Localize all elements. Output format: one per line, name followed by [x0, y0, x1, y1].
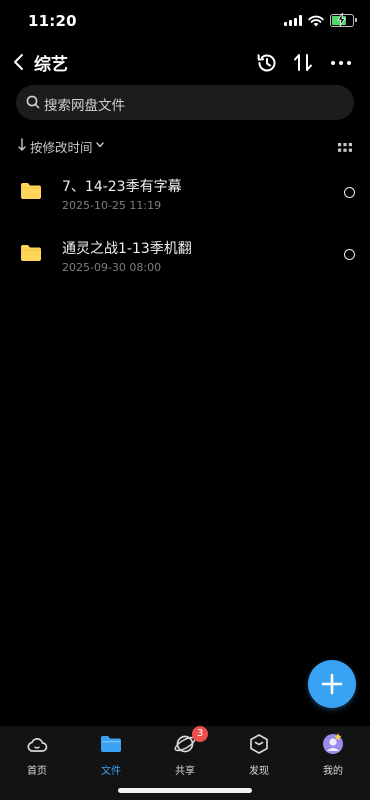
- wifi-icon: [308, 15, 324, 26]
- sort-order-button[interactable]: [290, 50, 316, 76]
- nav-item-files[interactable]: 文件: [74, 732, 148, 778]
- header: 综艺: [0, 44, 370, 80]
- search-placeholder: 搜索网盘文件: [44, 98, 125, 114]
- list-item[interactable]: 通灵之战1-13季机翻 2025-09-30 08:00: [0, 228, 370, 288]
- more-icon: [331, 61, 351, 65]
- nav-label: 发现: [249, 766, 269, 777]
- list-item[interactable]: 7、14-23季有字幕 2025-10-25 11:19: [0, 166, 370, 226]
- search-input[interactable]: 搜索网盘文件: [16, 85, 354, 120]
- history-button[interactable]: [254, 50, 280, 76]
- file-date: 2025-10-25 11:19: [62, 199, 162, 212]
- more-button[interactable]: [328, 50, 354, 76]
- sort-label: 按修改时间: [30, 140, 93, 155]
- chevron-down-icon: [96, 142, 104, 148]
- folder-icon: [21, 183, 41, 199]
- sort-arrows-icon: [294, 54, 312, 71]
- screen: 11:20 综艺 搜索网盘文件 按修改时间 7、14-23季有字幕 2025-1…: [0, 0, 370, 800]
- file-name: 7、14-23季有字幕: [62, 179, 182, 195]
- nav-item-discover[interactable]: 发现: [222, 732, 296, 778]
- sort-row: 按修改时间: [16, 136, 354, 156]
- nav-item-share[interactable]: 3 共享: [148, 726, 222, 778]
- search-icon: [26, 95, 40, 109]
- back-button[interactable]: [10, 50, 30, 74]
- chevron-left-icon: [14, 54, 23, 70]
- arrow-down-icon: [18, 138, 26, 151]
- status-time: 11:20: [28, 12, 77, 30]
- page-title: 综艺: [34, 55, 68, 75]
- grid-view-button[interactable]: [338, 139, 352, 152]
- select-checkbox[interactable]: [344, 249, 355, 260]
- plus-icon: [321, 673, 343, 695]
- signal-icon: [284, 15, 302, 26]
- nav-item-home[interactable]: 首页: [0, 732, 74, 778]
- nav-label: 共享: [175, 766, 195, 777]
- discover-icon: [250, 734, 268, 754]
- avatar-icon: [323, 733, 343, 754]
- battery-icon: [330, 13, 357, 27]
- status-bar: 11:20: [0, 0, 370, 44]
- nav-label: 首页: [27, 766, 47, 777]
- select-checkbox[interactable]: [344, 187, 355, 198]
- add-button[interactable]: [308, 660, 356, 708]
- cloud-icon: [27, 738, 48, 752]
- history-icon: [257, 54, 276, 72]
- folder-icon: [21, 245, 41, 261]
- nav-label: 文件: [101, 766, 121, 777]
- notification-badge: 3: [192, 726, 208, 742]
- file-date: 2025-09-30 08:00: [62, 261, 162, 274]
- nav-item-profile[interactable]: 我的: [296, 732, 370, 778]
- nav-label: 我的: [323, 766, 343, 777]
- status-icons: [284, 13, 357, 27]
- folder-icon: [101, 736, 121, 752]
- grid-icon: [338, 143, 352, 152]
- file-name: 通灵之战1-13季机翻: [62, 241, 192, 257]
- home-indicator: [118, 788, 252, 793]
